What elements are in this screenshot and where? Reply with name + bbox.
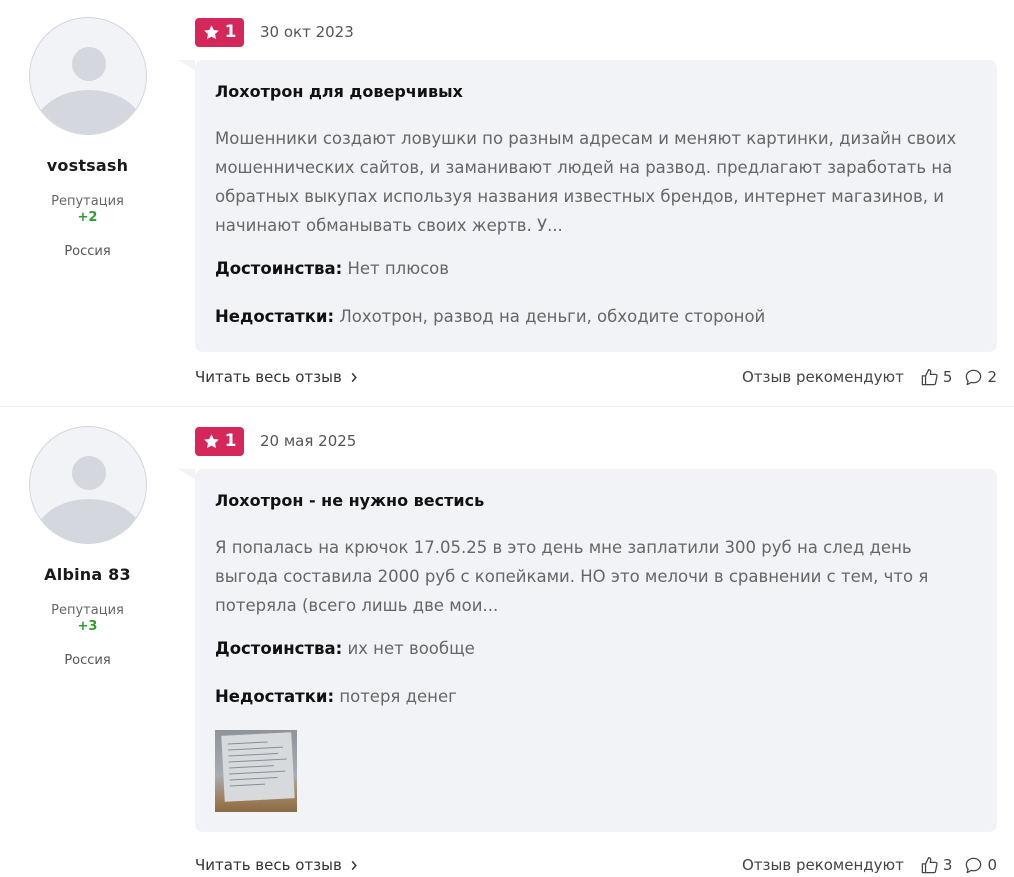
- review-footer: Читать весь отзыв Отзыв рекомендуют 5 2: [195, 365, 997, 389]
- chevron-right-icon: [351, 372, 357, 382]
- likes-count: 3: [942, 856, 953, 874]
- photo-text-line: [228, 765, 274, 769]
- comments-button[interactable]: 2: [964, 368, 997, 387]
- review-pros: Достоинства: Нет плюсов: [215, 258, 977, 280]
- review-stats: Отзыв рекомендуют 5 2: [742, 368, 997, 387]
- review-footer: Читать весь отзыв Отзыв рекомендуют 3 0: [195, 853, 997, 877]
- cons-text: Лохотрон, развод на деньги, обходите сто…: [339, 307, 766, 326]
- thumbs-up-icon: [921, 856, 938, 873]
- photo-text-line: [228, 752, 279, 757]
- review-cons: Недостатки: потеря денег: [215, 686, 977, 708]
- chevron-right-icon: [351, 860, 357, 870]
- read-full-review-link[interactable]: Читать весь отзыв: [195, 856, 358, 874]
- comments-count: 2: [987, 368, 997, 386]
- star-icon: [203, 433, 219, 448]
- cons-text: потеря денег: [339, 687, 457, 706]
- review-body: Лохотрон для доверчивых Мошенники создаю…: [178, 60, 997, 352]
- star-icon: [203, 24, 219, 39]
- author-name[interactable]: vostsash: [0, 156, 175, 175]
- rating-value: 1: [224, 22, 237, 42]
- review-date: 20 мая 2025: [260, 432, 357, 450]
- photo-text-line: [229, 770, 286, 775]
- like-button[interactable]: 3: [920, 856, 953, 875]
- cons-label: Недостатки:: [215, 687, 335, 706]
- pros-text: их нет вообще: [347, 639, 475, 658]
- reputation-label: Репутация: [51, 194, 124, 209]
- cons-label: Недостатки:: [215, 307, 335, 326]
- author-country: Россия: [64, 653, 111, 668]
- photo-text-line: [227, 741, 268, 745]
- rating-badge: 1: [195, 17, 244, 47]
- review-cons: Недостатки: Лохотрон, развод на деньги, …: [215, 306, 977, 328]
- like-button[interactable]: 5: [920, 368, 953, 387]
- avatar-body-shape: [33, 90, 144, 134]
- avatar-head-shape: [71, 456, 106, 490]
- review-author: Albina 83 Репутация +3 Россия: [0, 426, 175, 668]
- pros-text: Нет плюсов: [347, 259, 449, 278]
- avatar-head-shape: [71, 47, 106, 81]
- rating-badge: 1: [195, 426, 244, 456]
- rating-value: 1: [224, 431, 237, 451]
- comment-bubble-icon: [966, 857, 982, 873]
- pros-label: Достоинства:: [215, 259, 343, 278]
- review-card: vostsash Репутация +2 Россия 1 30 окт 20…: [0, 0, 1014, 407]
- review-title[interactable]: Лохотрон для доверчивых: [215, 82, 977, 102]
- read-full-review-label: Читать весь отзыв: [195, 368, 342, 386]
- reputation-label: Репутация: [51, 603, 124, 618]
- review-title[interactable]: Лохотрон - не нужно вестись: [215, 491, 977, 511]
- review-pros: Достоинства: их нет вообще: [215, 638, 977, 660]
- author-name[interactable]: Albina 83: [0, 565, 175, 584]
- review-date: 30 окт 2023: [260, 23, 354, 41]
- avatar-body-shape: [33, 499, 144, 543]
- comments-button[interactable]: 0: [964, 856, 997, 875]
- avatar[interactable]: [28, 17, 147, 135]
- reputation-value: +2: [77, 210, 98, 225]
- pros-label: Достоинства:: [215, 639, 343, 658]
- review-body: Лохотрон - не нужно вестись Я попалась н…: [178, 469, 997, 832]
- thumbs-up-icon: [921, 368, 938, 385]
- read-full-review-link[interactable]: Читать весь отзыв: [195, 368, 358, 386]
- review-card: Albina 83 Репутация +3 Россия 1 20 мая 2…: [0, 407, 1014, 874]
- review-text: Я попалась на крючок 17.05.25 в это день…: [215, 538, 929, 615]
- photo-text-line: [228, 758, 287, 763]
- reputation-value: +3: [77, 619, 98, 634]
- review-photo-thumbnail[interactable]: [215, 730, 297, 812]
- read-full-review-label: Читать весь отзыв: [195, 856, 342, 874]
- recommend-label: Отзыв рекомендуют: [741, 368, 904, 386]
- author-country: Россия: [64, 244, 111, 259]
- review-meta: 1 30 окт 2023: [195, 17, 354, 47]
- photo-text-line: [229, 776, 278, 781]
- photo-text-line: [228, 746, 284, 751]
- avatar[interactable]: [28, 426, 147, 544]
- comment-bubble-icon: [966, 369, 982, 385]
- recommend-label: Отзыв рекомендуют: [741, 856, 904, 874]
- comments-count: 0: [987, 856, 997, 874]
- review-stats: Отзыв рекомендуют 3 0: [742, 856, 997, 875]
- photo-paper-shape: [221, 732, 295, 802]
- review-meta: 1 20 мая 2025: [195, 426, 356, 456]
- likes-count: 5: [942, 368, 953, 386]
- review-author: vostsash Репутация +2 Россия: [0, 17, 175, 259]
- review-text: Мошенники создают ловушки по разным адре…: [215, 129, 957, 235]
- photo-text-line: [229, 783, 265, 787]
